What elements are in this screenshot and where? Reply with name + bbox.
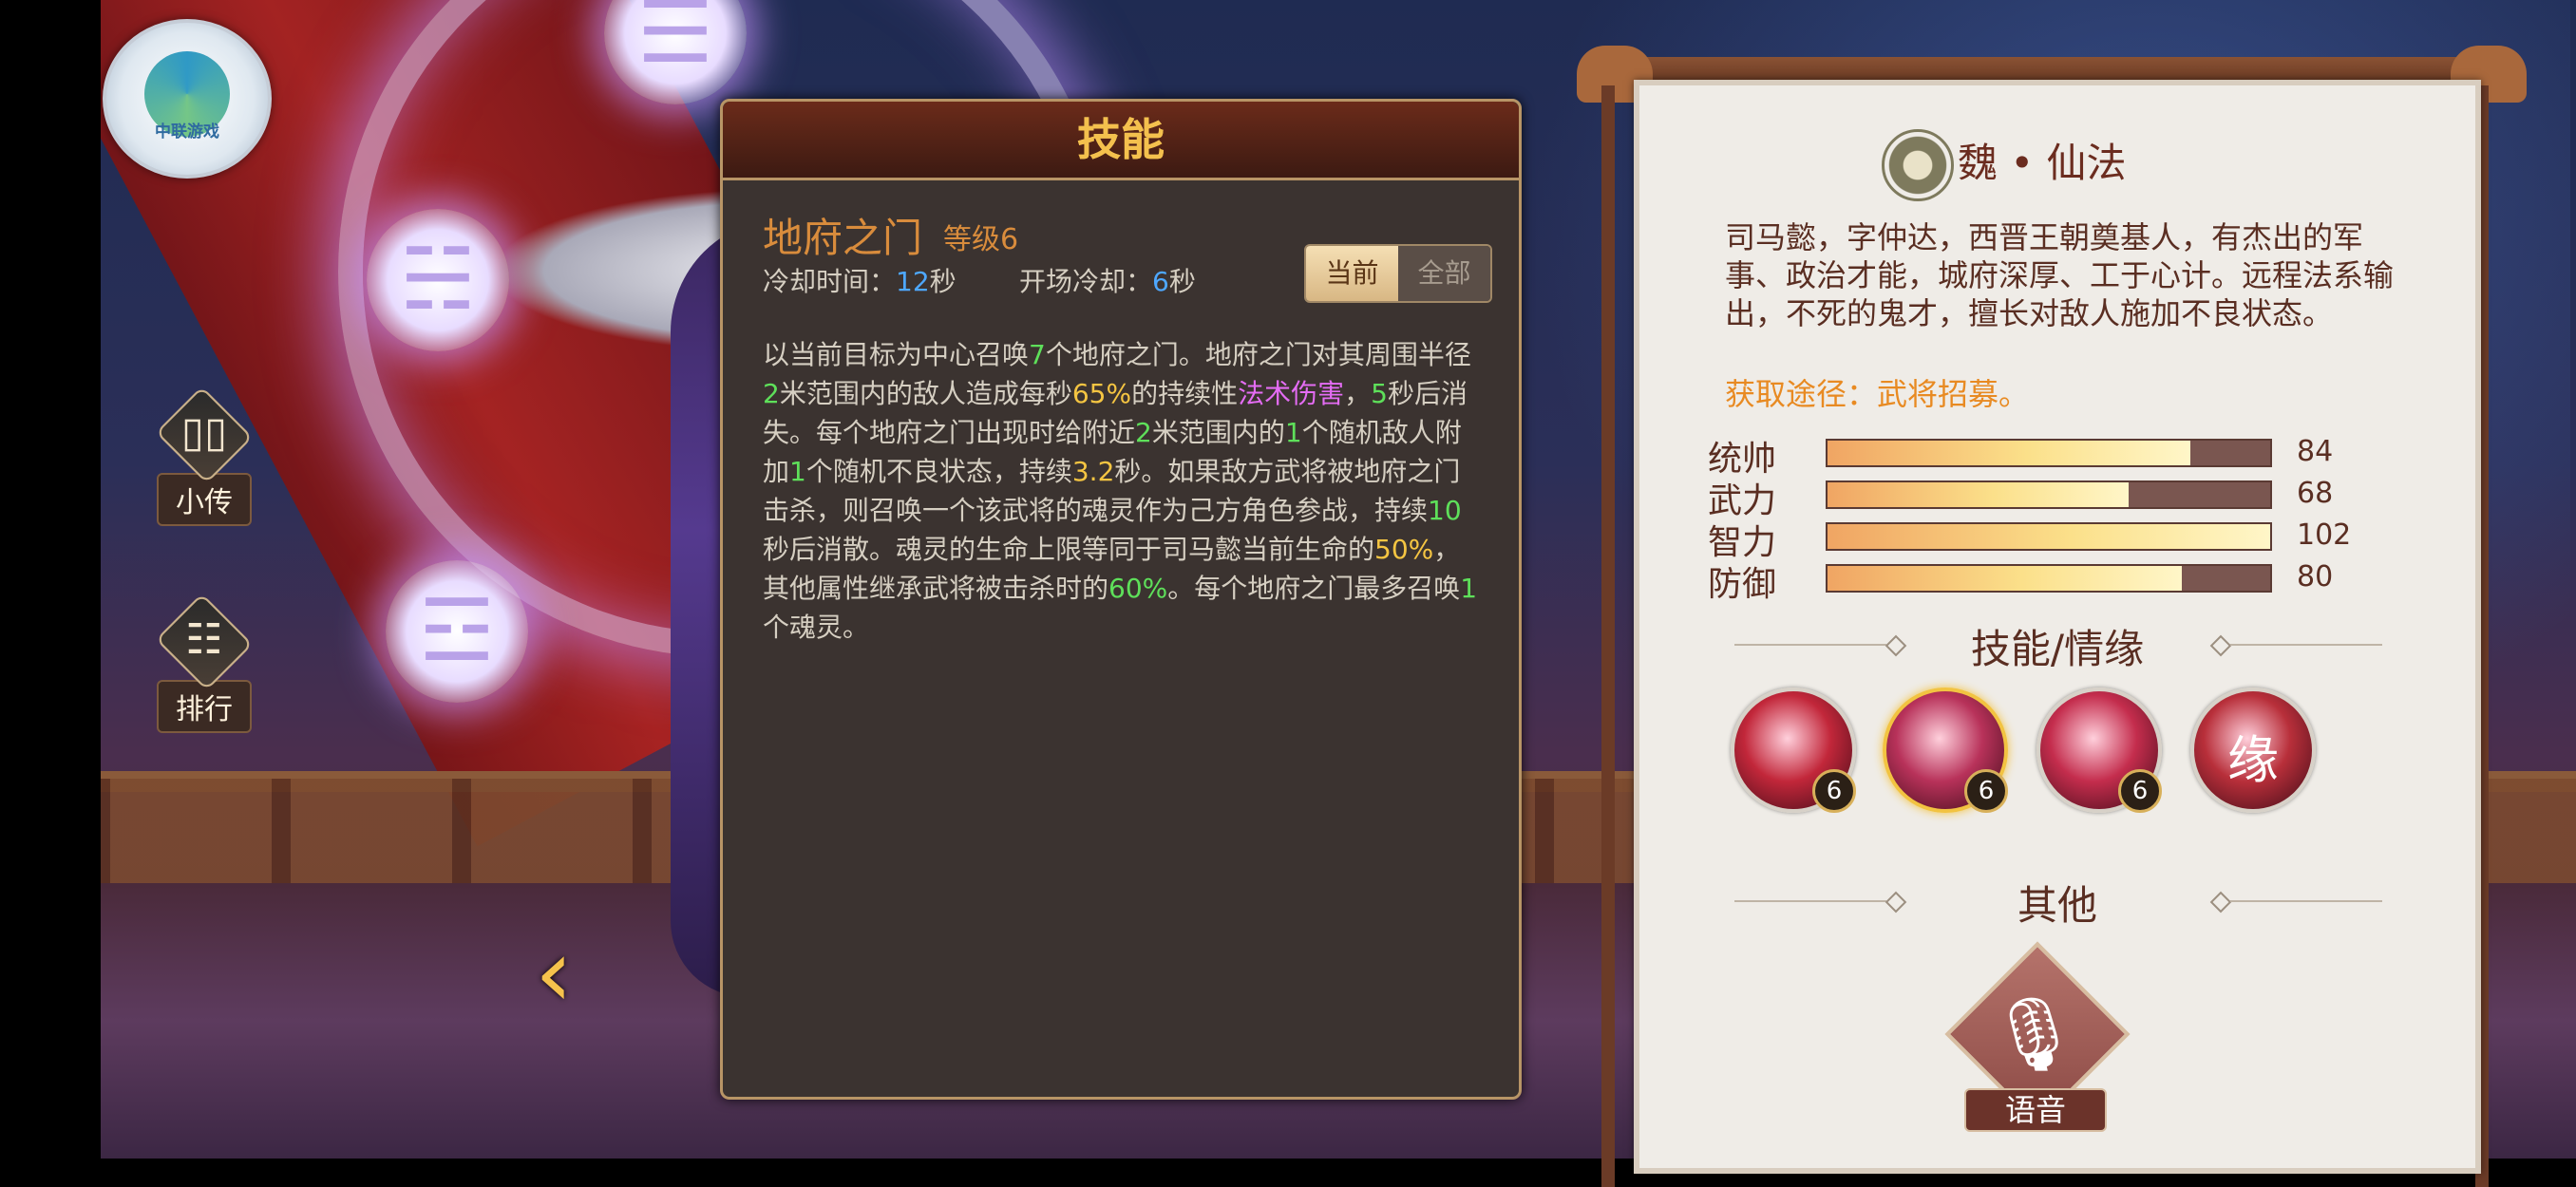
previous-hero-arrow-icon[interactable]: ‹ xyxy=(521,921,587,1026)
microphone-icon: 🎙 xyxy=(1987,991,2080,1076)
skills-fate-title: 技能/情缘 xyxy=(1970,626,2145,672)
biography-button[interactable]: ▯▯ 小传 xyxy=(133,386,275,526)
hero-biography: 司马懿，字仲达，西晋王朝奠基人，有杰出的军事、政治才能，城府深厚、工于心计。远程… xyxy=(1725,219,2395,331)
description-segment: 个地府之门。地府之门对其周围半径 xyxy=(1045,339,1471,370)
skill-level: 等级6 xyxy=(943,223,1019,256)
acquisition-source: 获取途径：武将招募。 xyxy=(1725,376,2030,412)
fate-glyph: 缘 xyxy=(2227,730,2279,790)
stat-intelligence: 智力 102 xyxy=(1708,518,2352,562)
stat-bar xyxy=(1826,480,2272,509)
skill-level-badge: 6 xyxy=(1812,769,1856,813)
description-segment: 。每个地府之门最多召唤 xyxy=(1167,573,1461,604)
hero-info-card: 魏 • 仙法 司马懿，字仲达，西晋王朝奠基人，有杰出的军事、政治才能，城府深厚、… xyxy=(1634,80,2481,1174)
description-segment: 1 xyxy=(789,456,806,487)
skill-spirit-icon[interactable]: 6 xyxy=(2036,688,2162,813)
opening-cooldown-text: 开场冷却：6秒 xyxy=(1019,266,1196,297)
skill-level-badge: 6 xyxy=(1964,769,2008,813)
description-segment: 10 xyxy=(1428,495,1462,526)
stat-defense: 防御 80 xyxy=(1708,560,2334,604)
description-segment: 3.2 xyxy=(1071,456,1115,487)
divider-line xyxy=(2230,644,2382,646)
publisher-logo[interactable]: 中联游戏 xyxy=(103,19,272,179)
skill-detail-panel: 技能 地府之门 等级6 冷却时间：12秒 开场冷却：6秒 当前 全部 以当前目标… xyxy=(720,99,1522,1100)
skill-description: 以当前目标为中心召唤7个地府之门。地府之门对其周围半径2米范围内的敌人造成每秒6… xyxy=(763,335,1481,647)
description-segment: 米范围内的 xyxy=(1151,417,1285,448)
stat-bar xyxy=(1826,522,2272,551)
description-segment: 个魂灵。 xyxy=(763,612,870,643)
description-segment: 7 xyxy=(1029,339,1046,370)
voice-label: 语音 xyxy=(1964,1088,2107,1132)
scroll-pole xyxy=(1601,85,1615,1187)
description-segment: 5 xyxy=(1371,378,1388,409)
biography-label: 小传 xyxy=(157,473,252,526)
description-segment: 60% xyxy=(1108,573,1168,604)
cooldown-text: 冷却时间：12秒 xyxy=(763,266,957,297)
skill-panel-header: 技能 xyxy=(723,102,1519,180)
stat-bar xyxy=(1826,439,2272,467)
description-segment: 1 xyxy=(1284,417,1302,448)
skill-name: 地府之门 xyxy=(763,215,923,261)
description-segment: 米范围内的敌人造成每秒 xyxy=(779,378,1072,409)
wei-faction-icon xyxy=(1882,129,1954,201)
description-segment: 的持续性 xyxy=(1131,378,1239,409)
stat-bar xyxy=(1826,564,2272,593)
description-segment: 2 xyxy=(763,378,780,409)
stat-force: 武力 68 xyxy=(1708,477,2334,520)
description-segment: 1 xyxy=(1460,573,1478,604)
skill-panel-title: 技能 xyxy=(723,102,1519,178)
ranking-label: 排行 xyxy=(157,680,252,733)
description-segment: 秒后消散。魂灵的生命上限等同于司马懿当前生命的 xyxy=(763,534,1375,565)
level-view-toggle: 当前 全部 xyxy=(1304,244,1492,303)
skill-ghost-gate-icon[interactable]: 6 xyxy=(1883,688,2008,813)
voice-button[interactable]: 🎙 语音 xyxy=(1943,941,2133,1132)
other-section-title: 其他 xyxy=(2017,882,2097,929)
logo-text: 中联游戏 xyxy=(155,122,219,141)
divider-line xyxy=(2230,900,2382,902)
toggle-current-tab[interactable]: 当前 xyxy=(1306,246,1398,301)
ranking-button[interactable]: ☷ 排行 xyxy=(133,593,275,733)
skill-level-badge: 6 xyxy=(2118,769,2162,813)
hero-info-scroll: 魏 • 仙法 司马懿，字仲达，西晋王朝奠基人，有杰出的军事、政治才能，城府深厚、… xyxy=(1577,28,2527,1187)
description-segment: 50% xyxy=(1374,534,1434,565)
description-segment: 个随机不良状态，持续 xyxy=(805,456,1072,487)
faction-title: 魏 • 仙法 xyxy=(1958,140,2127,186)
fate-icon[interactable]: 缘 xyxy=(2190,688,2316,813)
stat-command: 统帅 84 xyxy=(1708,435,2334,479)
rune-glyph: ☲ xyxy=(386,560,528,703)
description-segment: 2 xyxy=(1135,417,1152,448)
description-segment: ， xyxy=(1344,378,1372,409)
description-segment: 65% xyxy=(1071,378,1132,409)
toggle-all-tab[interactable]: 全部 xyxy=(1398,246,1490,301)
description-segment: 以当前目标为中心召唤 xyxy=(763,339,1030,370)
skill-claw-icon[interactable]: 6 xyxy=(1731,688,1856,813)
rune-glyph: ☵ xyxy=(367,209,509,351)
description-segment: 法术伤害 xyxy=(1238,378,1345,409)
